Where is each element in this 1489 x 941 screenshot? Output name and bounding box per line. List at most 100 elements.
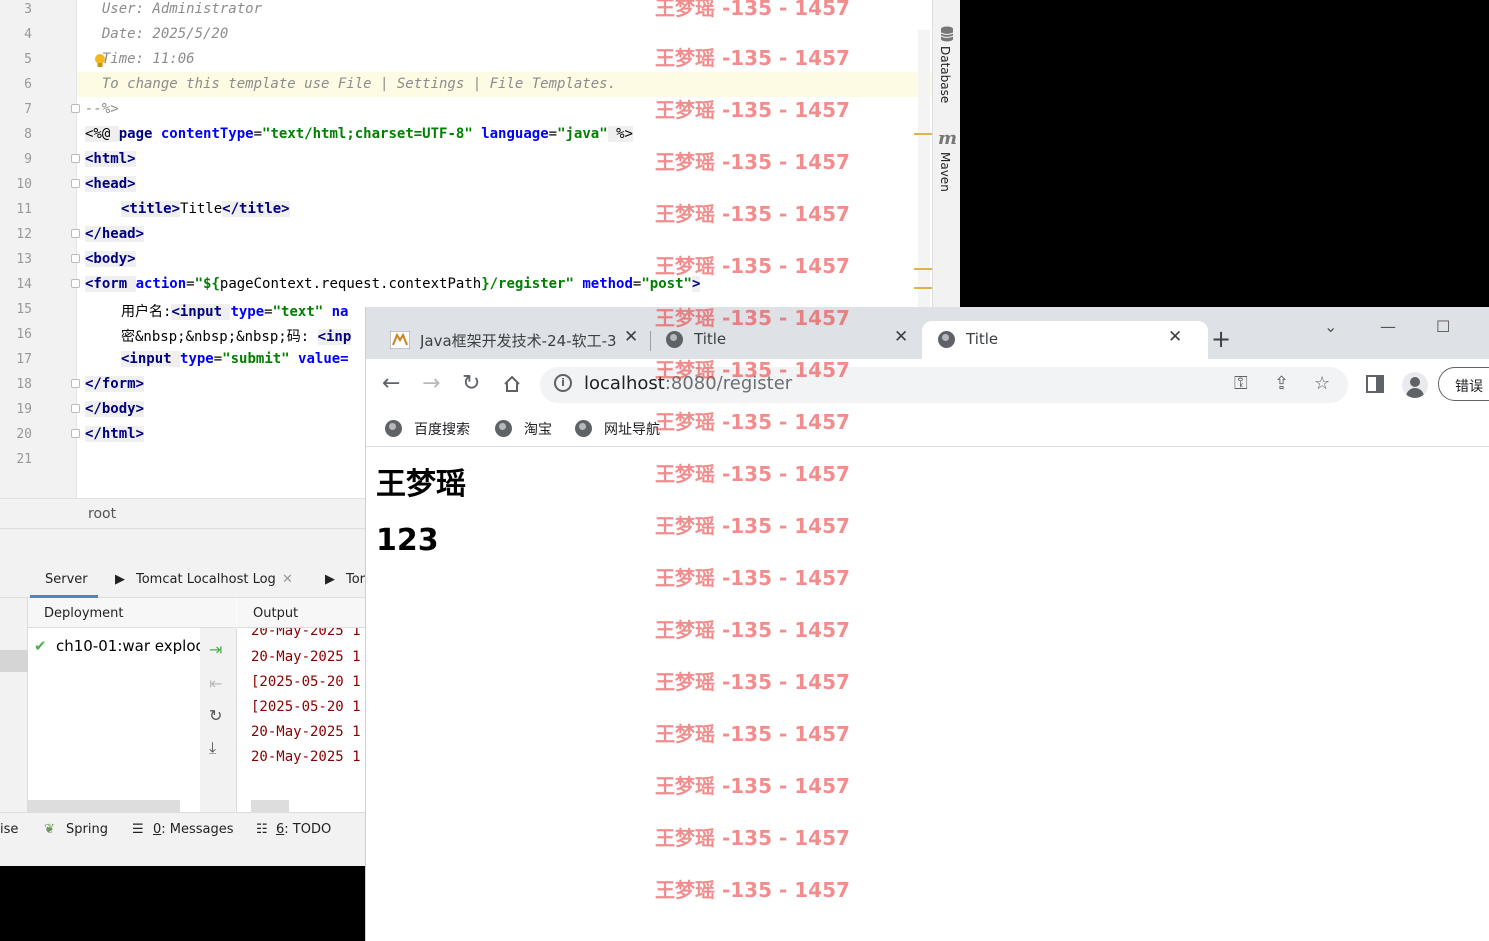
bookmark-label: 网址导航 (604, 422, 660, 438)
tag: > (691, 276, 701, 292)
line-number: 9 (24, 152, 32, 167)
forward-icon[interactable]: → (422, 371, 440, 396)
eq: = (548, 126, 558, 142)
spring-icon: ❦ (44, 822, 55, 837)
line-number: 21 (16, 452, 32, 467)
tab-search-icon[interactable]: ⌄ (1324, 317, 1337, 336)
jsp-close: %> (607, 126, 633, 142)
close-icon[interactable]: ✕ (1168, 327, 1182, 347)
url-text[interactable]: localhost:8080/register (584, 373, 792, 394)
maven-icon[interactable]: m (938, 130, 956, 146)
code-line-15: 用户名:<input type="text" na (121, 301, 348, 321)
tool-tab-spring[interactable]: Spring (66, 822, 108, 837)
deployment-item[interactable]: ch10-01:war explod (56, 637, 205, 655)
globe-icon (938, 331, 955, 348)
output-hscrollbar[interactable] (251, 800, 289, 812)
star-icon[interactable]: ☆ (1314, 373, 1330, 394)
el-expr: pageContext.request.contextPath (219, 276, 482, 292)
eq: = (253, 126, 263, 142)
attr: contentType (160, 126, 254, 142)
code-line-7: --%> (85, 101, 119, 117)
line-number: 12 (16, 227, 32, 242)
warning-marker[interactable] (914, 133, 932, 135)
string: "submit" (222, 351, 290, 367)
back-icon[interactable]: ← (382, 371, 400, 396)
eq: = (264, 304, 273, 320)
url-path: :8080/register (664, 373, 793, 394)
fold-marker[interactable] (71, 229, 80, 238)
code-line-3: User: Administrator (85, 1, 263, 17)
log-line: [2025-05-20 1 (251, 674, 361, 690)
deployment-label: Deployment (44, 606, 124, 621)
code-line-5: Time: 11:06 (85, 51, 195, 67)
fold-marker[interactable] (71, 179, 80, 188)
database-tool-tab[interactable]: Database (938, 46, 952, 103)
new-tab-button[interactable]: + (1211, 325, 1231, 353)
deployment-toolbar: ⇥ ⇤ ↻ ⤓ (200, 628, 237, 812)
tab-tomcat-localhost-log[interactable]: Tomcat Localhost Log (136, 572, 276, 587)
close-icon[interactable]: ✕ (624, 327, 638, 347)
info-icon[interactable]: i (554, 374, 572, 392)
home-icon[interactable] (502, 374, 522, 394)
side-panel-icon[interactable] (1366, 375, 1384, 393)
fold-marker[interactable] (71, 429, 80, 438)
maven-tool-tab[interactable]: Maven (938, 152, 952, 192)
update-icon[interactable]: ⤓ (209, 738, 216, 758)
line-number: 19 (16, 402, 32, 417)
fold-marker[interactable] (71, 104, 80, 113)
error-button[interactable]: 错误 (1438, 367, 1489, 401)
refresh-icon[interactable]: ↻ (209, 706, 222, 725)
fold-marker[interactable] (71, 254, 80, 263)
code-line-20: </html> (85, 426, 145, 442)
close-icon[interactable]: ✕ (894, 327, 908, 347)
deploy-icon[interactable]: ⇥ (209, 640, 222, 659)
log-line: 20-May-2025 1 (251, 628, 361, 639)
maximize-icon[interactable]: ☐ (1436, 317, 1450, 336)
selected-tool[interactable] (0, 650, 28, 672)
tool-tab-messages[interactable]: 0: Messages (153, 822, 234, 837)
close-icon[interactable]: ✕ (282, 572, 293, 587)
minimize-icon[interactable]: — (1380, 317, 1396, 336)
text: 用户名: (121, 304, 172, 320)
tag: <form (85, 276, 136, 292)
reload-icon[interactable]: ↻ (462, 371, 480, 396)
code-line-19: </body> (85, 401, 145, 417)
avatar[interactable] (1402, 372, 1428, 398)
todo-icon: ☷ (256, 822, 268, 837)
text: Title (180, 201, 223, 217)
bookmarks-bar: 百度搜索 淘宝 网址导航 (366, 411, 1489, 447)
key-icon[interactable]: ⚿ (1234, 373, 1248, 394)
browser-tab-title-1[interactable]: Title ✕ (656, 321, 918, 359)
attr: value= (289, 351, 349, 367)
url-host: localhost (584, 373, 665, 394)
fold-marker[interactable] (71, 404, 80, 413)
undeploy-icon[interactable]: ⇤ (209, 674, 222, 693)
breadcrumb[interactable]: root (88, 506, 116, 522)
attr: action (135, 276, 187, 292)
log-line: 20-May-2025 1 (251, 749, 361, 765)
bookmark-hao123[interactable]: 网址导航 (575, 419, 660, 439)
warning-marker[interactable] (914, 287, 932, 289)
fold-marker[interactable] (71, 379, 80, 388)
fold-marker[interactable] (71, 279, 80, 288)
string: }/register" (481, 276, 574, 292)
globe-icon (666, 331, 683, 348)
line-number: 18 (16, 377, 32, 392)
address-bar[interactable]: i localhost:8080/register ⚿ ⇪ ☆ (540, 367, 1348, 403)
code-line-18: </form> (85, 376, 145, 392)
tab-tomcat-catalina-log[interactable]: Tor (346, 572, 365, 587)
todo-label: : TODO (284, 822, 332, 837)
fold-marker[interactable] (71, 154, 80, 163)
tool-tab-enterprise[interactable]: ise (0, 822, 18, 837)
browser-tab-title-active[interactable]: Title ✕ (922, 321, 1208, 359)
tool-tab-todo[interactable]: 6: TODO (276, 822, 331, 837)
deployment-hscrollbar[interactable] (28, 800, 180, 812)
browser-tab-java[interactable]: Java框架开发技术-24-软工-3 ✕ (380, 321, 648, 359)
bookmark-baidu[interactable]: 百度搜索 (385, 419, 470, 439)
warning-marker[interactable] (914, 268, 932, 270)
bookmark-taobao[interactable]: 淘宝 (495, 419, 552, 439)
share-icon[interactable]: ⇪ (1274, 373, 1289, 394)
database-icon[interactable] (940, 26, 954, 42)
tab-server[interactable]: Server (45, 572, 88, 587)
code-line-11: <title>Title</title> (121, 201, 290, 217)
